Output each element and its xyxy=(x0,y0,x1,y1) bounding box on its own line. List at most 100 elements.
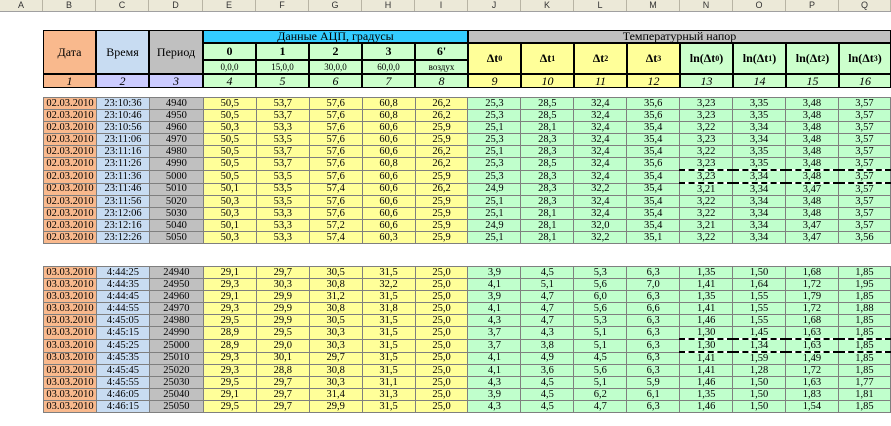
table-cell[interactable]: 4:46:15 xyxy=(95,400,150,413)
table-cell[interactable]: 3,47 xyxy=(785,231,839,244)
table-cell[interactable]: 4980 xyxy=(148,145,204,158)
table-cell[interactable]: 4,1 xyxy=(467,302,522,315)
column-letter-j[interactable]: J xyxy=(468,0,521,11)
table-cell[interactable]: 1,49 xyxy=(785,351,839,365)
table-cell[interactable]: 60,6 xyxy=(361,145,416,158)
table-cell[interactable]: 03.03.2010 xyxy=(43,376,97,389)
table-cell[interactable]: 50,5 xyxy=(202,169,257,184)
table-cell[interactable]: 23:12:16 xyxy=(95,219,150,232)
table-cell[interactable]: 1,59 xyxy=(732,351,787,365)
table-cell[interactable]: 32,4 xyxy=(573,157,628,171)
table-cell[interactable]: 25020 xyxy=(148,364,204,377)
table-cell[interactable]: 5,3 xyxy=(573,266,628,279)
table-cell[interactable]: 25,9 xyxy=(414,231,469,244)
table-cell[interactable]: 4,7 xyxy=(520,314,575,327)
table-cell[interactable]: 28,9 xyxy=(202,326,257,340)
table-cell[interactable]: 03.03.2010 xyxy=(43,302,97,315)
table-cell[interactable]: 5,6 xyxy=(573,364,628,377)
table-cell[interactable]: 60,6 xyxy=(361,133,416,146)
table-cell[interactable]: 50,1 xyxy=(202,182,257,196)
table-cell[interactable]: 7,0 xyxy=(626,278,681,291)
table-cell[interactable]: 3,48 xyxy=(785,97,839,110)
table-cell[interactable]: 23:11:16 xyxy=(95,145,150,158)
table-cell[interactable]: 1,64 xyxy=(732,278,787,291)
table-cell[interactable]: 1,30 xyxy=(679,326,734,340)
table-cell[interactable]: 6,3 xyxy=(626,351,681,365)
table-cell[interactable]: 28,1 xyxy=(520,231,575,244)
table-cell[interactable]: 23:10:36 xyxy=(95,97,150,110)
table-cell[interactable]: 1,41 xyxy=(679,302,734,315)
table-cell[interactable]: 3,57 xyxy=(837,133,891,146)
column-letter-m[interactable]: M xyxy=(627,0,680,11)
table-cell[interactable]: 1,77 xyxy=(837,376,891,389)
table-cell[interactable]: 1,85 xyxy=(837,290,891,303)
table-cell[interactable]: 25,0 xyxy=(414,314,469,327)
table-cell[interactable]: 30,5 xyxy=(308,266,363,279)
table-cell[interactable]: 1,35 xyxy=(679,290,734,303)
table-cell[interactable]: 3,57 xyxy=(837,157,891,171)
table-cell[interactable]: 03.03.2010 xyxy=(43,338,97,353)
table-cell[interactable]: 25010 xyxy=(148,351,204,365)
table-cell[interactable]: 32,2 xyxy=(573,182,628,196)
table-cell[interactable]: 3,34 xyxy=(732,121,787,134)
table-cell[interactable]: 02.03.2010 xyxy=(43,157,97,171)
table-cell[interactable]: 3,7 xyxy=(467,326,522,340)
table-cell[interactable]: 03.03.2010 xyxy=(43,326,97,340)
table-cell[interactable]: 1,50 xyxy=(732,400,787,413)
table-cell[interactable]: 25,3 xyxy=(467,97,522,110)
table-cell[interactable]: 30,3 xyxy=(308,376,363,389)
table-cell[interactable]: 60,6 xyxy=(361,207,416,220)
table-cell[interactable]: 28,3 xyxy=(520,182,575,196)
table-cell[interactable]: 4,3 xyxy=(467,400,522,413)
table-cell[interactable]: 3,35 xyxy=(732,157,787,171)
table-cell[interactable]: 30,3 xyxy=(308,338,363,353)
table-cell[interactable]: 4:44:45 xyxy=(95,290,150,303)
table-cell[interactable]: 03.03.2010 xyxy=(43,314,97,327)
table-cell[interactable]: 25,0 xyxy=(414,388,469,401)
table-cell[interactable]: 24980 xyxy=(148,314,204,327)
table-cell[interactable]: 60,8 xyxy=(361,157,416,171)
table-cell[interactable]: 57,6 xyxy=(308,97,363,110)
table-cell[interactable]: 60,6 xyxy=(361,121,416,134)
table-cell[interactable]: 3,23 xyxy=(679,169,734,184)
table-cell[interactable]: 31,1 xyxy=(361,376,416,389)
table-cell[interactable]: 23:11:56 xyxy=(95,195,150,208)
column-letter-h[interactable]: H xyxy=(362,0,415,11)
table-cell[interactable]: 6,3 xyxy=(626,290,681,303)
table-cell[interactable]: 26,2 xyxy=(414,157,469,171)
table-cell[interactable]: 4:45:15 xyxy=(95,326,150,340)
table-cell[interactable]: 29,1 xyxy=(202,290,257,303)
table-cell[interactable]: 1,85 xyxy=(837,266,891,279)
table-cell[interactable]: 60,6 xyxy=(361,182,416,196)
table-cell[interactable]: 57,6 xyxy=(308,109,363,122)
table-cell[interactable]: 3,57 xyxy=(837,97,891,110)
table-cell[interactable]: 4:45:55 xyxy=(95,376,150,389)
table-cell[interactable]: 53,5 xyxy=(255,133,310,146)
table-cell[interactable]: 3,48 xyxy=(785,145,839,158)
column-letter-f[interactable]: F xyxy=(256,0,309,11)
table-cell[interactable]: 3,21 xyxy=(679,219,734,232)
column-letter-i[interactable]: I xyxy=(415,0,468,11)
table-cell[interactable]: 32,0 xyxy=(573,219,628,232)
table-cell[interactable]: 31,5 xyxy=(361,351,416,365)
table-cell[interactable]: 25030 xyxy=(148,376,204,389)
table-cell[interactable]: 25,9 xyxy=(414,121,469,134)
table-cell[interactable]: 32,4 xyxy=(573,195,628,208)
table-cell[interactable]: 1,68 xyxy=(785,314,839,327)
column-letter-k[interactable]: K xyxy=(521,0,574,11)
table-cell[interactable]: 32,2 xyxy=(573,231,628,244)
table-cell[interactable]: 1,46 xyxy=(679,314,734,327)
table-cell[interactable]: 4,7 xyxy=(520,302,575,315)
table-cell[interactable]: 35,4 xyxy=(626,219,681,232)
table-cell[interactable]: 25050 xyxy=(148,400,204,413)
table-cell[interactable]: 4,1 xyxy=(467,278,522,291)
table-cell[interactable]: 3,48 xyxy=(785,121,839,134)
table-cell[interactable]: 57,6 xyxy=(308,145,363,158)
table-cell[interactable]: 1,88 xyxy=(837,302,891,315)
table-cell[interactable]: 02.03.2010 xyxy=(43,121,97,134)
table-cell[interactable]: 30,1 xyxy=(255,351,310,365)
table-cell[interactable]: 25,3 xyxy=(467,157,522,171)
table-cell[interactable]: 3,23 xyxy=(679,97,734,110)
table-cell[interactable]: 28,5 xyxy=(520,109,575,122)
table-cell[interactable]: 5030 xyxy=(148,207,204,220)
